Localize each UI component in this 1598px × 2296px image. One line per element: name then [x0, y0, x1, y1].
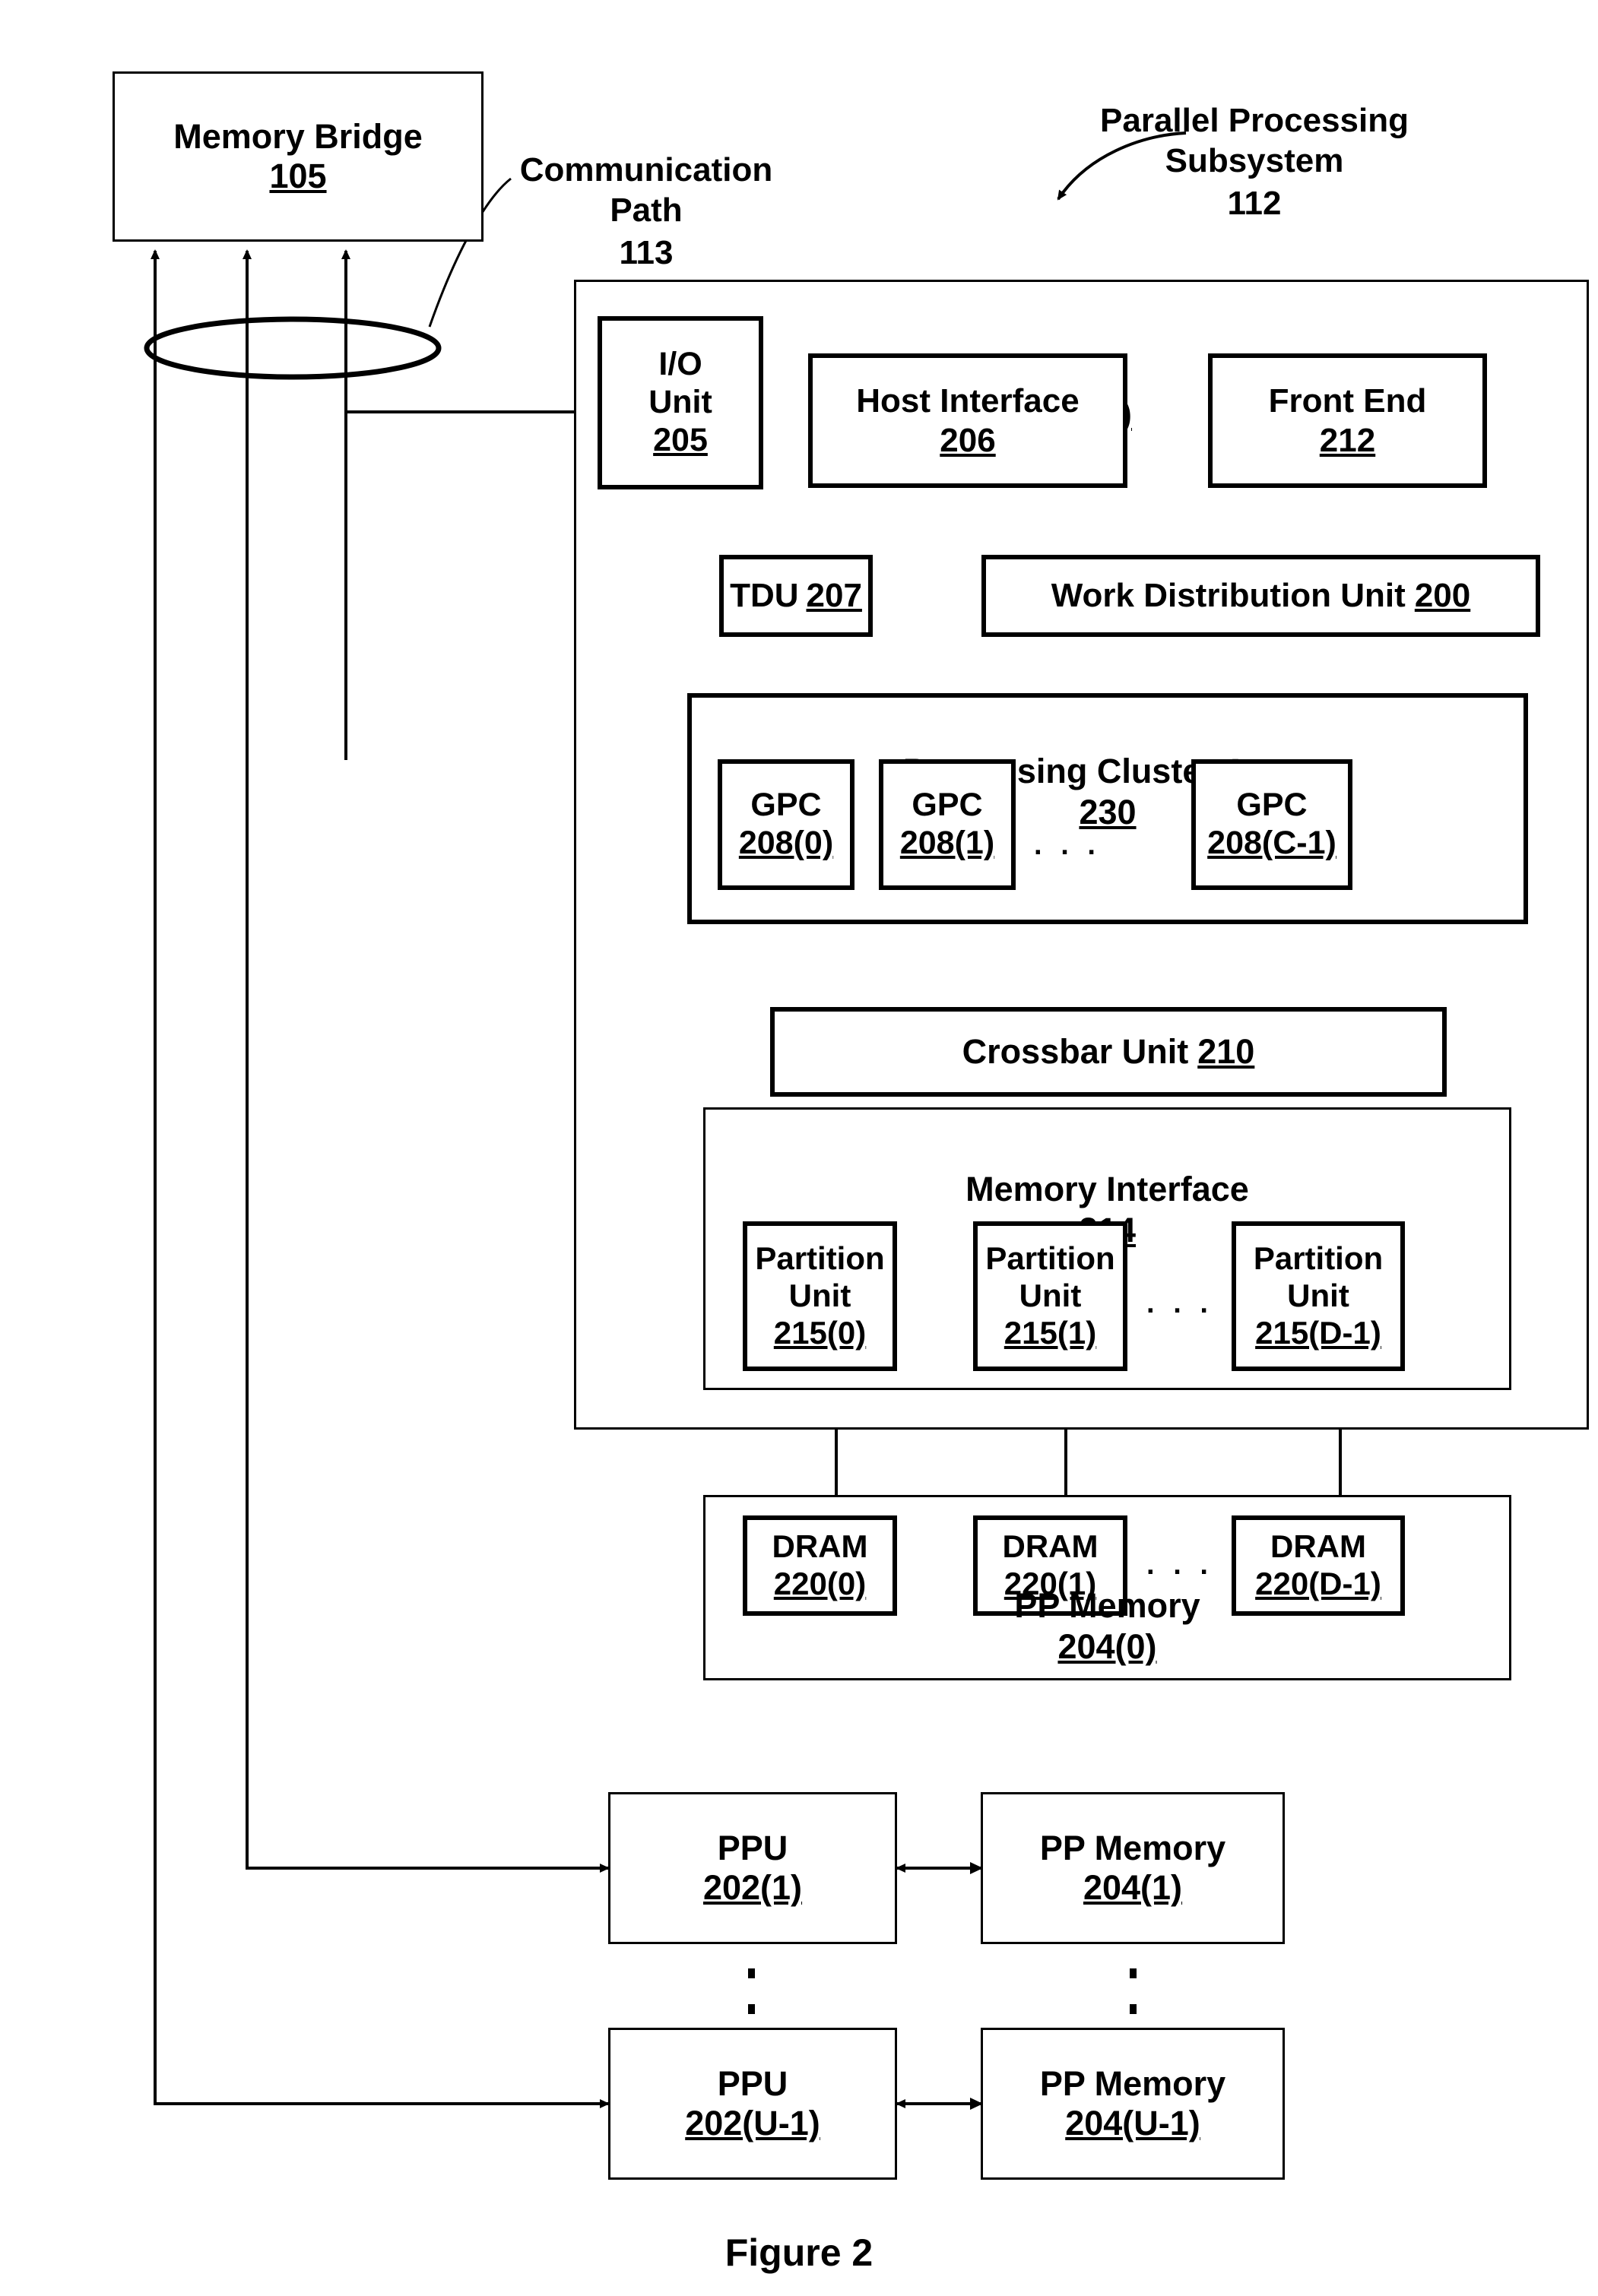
partition-unit-1-box[interactable]: Partition Unit 215(1) — [973, 1221, 1127, 1371]
tdu-label: TDU — [730, 577, 799, 615]
crossbar-unit-box[interactable]: Crossbar Unit 210 — [770, 1007, 1447, 1097]
ppu-u1-number: 202(U-1) — [685, 2104, 820, 2142]
processing-cluster-array-box[interactable]: Processing Cluster Array 230 GPC 208(0) … — [687, 693, 1528, 924]
io-unit-line2: Unit — [648, 384, 712, 421]
processing-cluster-array-number: 230 — [1079, 793, 1137, 831]
host-interface-box[interactable]: Host Interface 206 — [808, 353, 1127, 488]
path-to-ppu-1 — [246, 408, 610, 1873]
partition-unit-1-number: 215(1) — [1004, 1314, 1097, 1351]
partition-unit-1-line2: Unit — [1019, 1278, 1082, 1314]
figure-page: Memory Bridge 105 Communication Path 113… — [0, 0, 1598, 2296]
pp-memory-u1-label: PP Memory — [1039, 2063, 1226, 2103]
work-distribution-unit-number: 200 — [1414, 577, 1471, 615]
subsystem-annotation: Parallel Processing Subsystem 112 — [1042, 61, 1467, 264]
tdu-number: 207 — [806, 577, 862, 615]
subsystem-number: 112 — [1227, 185, 1282, 223]
ppu-1-box[interactable]: PPU 202(1) — [608, 1792, 897, 1944]
front-end-box[interactable]: Front End 212 — [1208, 353, 1487, 488]
path-to-ppu-u1 — [154, 408, 610, 2108]
partition-unit-ellipsis: · · · — [1146, 1295, 1215, 1327]
partition-unit-1-line1: Partition — [985, 1240, 1115, 1277]
pp-memory-0-box[interactable]: DRAM 220(0) DRAM 220(1) · · · DRAM 220(D… — [703, 1495, 1511, 1680]
work-distribution-unit-label: Work Distribution Unit — [1051, 577, 1406, 615]
pp-memory-u1-number: 204(U-1) — [1065, 2104, 1200, 2142]
pp-memory-u1-box[interactable]: PP Memory 204(U-1) — [981, 2028, 1285, 2180]
partition-unit-0-box[interactable]: Partition Unit 215(0) — [743, 1221, 897, 1371]
gpc-1-label: GPC — [912, 787, 983, 824]
ppu-u1-box[interactable]: PPU 202(U-1) — [608, 2028, 897, 2180]
pp-memory-1-label: PP Memory — [1039, 1828, 1226, 1867]
host-interface-number: 206 — [940, 421, 996, 459]
pp-memory-1-box[interactable]: PP Memory 204(1) — [981, 1792, 1285, 1944]
memory-bridge-number: 105 — [269, 157, 327, 195]
memory-bridge-box[interactable]: Memory Bridge 105 — [113, 71, 484, 242]
partition-unit-0-number: 215(0) — [773, 1314, 867, 1351]
gpc-1-box[interactable]: GPC 208(1) — [879, 759, 1016, 890]
gpc-1-number: 208(1) — [899, 825, 995, 861]
front-end-label: Front End — [1268, 382, 1427, 420]
gpc-c1-number: 208(C-1) — [1207, 825, 1336, 861]
gpc-ellipsis: · · · — [1034, 837, 1102, 869]
partition-unit-d1-line1: Partition — [1253, 1240, 1384, 1277]
gpc-0-label: GPC — [750, 787, 822, 824]
figure-caption: Figure 2 — [724, 2231, 874, 2274]
crossbar-unit-number: 210 — [1197, 1031, 1255, 1071]
communication-path-label: Communication Path — [519, 150, 773, 229]
ppu-1-label: PPU — [717, 1828, 788, 1867]
path-to-io-unit — [344, 407, 594, 416]
ppu-u1-label: PPU — [717, 2063, 788, 2103]
host-interface-label: Host Interface — [856, 382, 1080, 420]
work-distribution-unit-box[interactable]: Work Distribution Unit 200 — [981, 555, 1540, 637]
gpc-c1-box[interactable]: GPC 208(C-1) — [1191, 759, 1352, 890]
front-end-number: 212 — [1319, 421, 1376, 459]
subsystem-label: Parallel Processing Subsystem — [1100, 101, 1409, 179]
io-unit-number: 205 — [653, 421, 708, 458]
communication-path-number: 113 — [619, 234, 674, 272]
crossbar-unit-label: Crossbar Unit — [962, 1031, 1189, 1071]
gpc-0-number: 208(0) — [738, 825, 834, 861]
partition-unit-0-line2: Unit — [788, 1278, 851, 1314]
gpc-c1-label: GPC — [1236, 787, 1308, 824]
pp-memory-0-title: PP Memory 204(0) — [705, 1544, 1509, 1667]
memory-bridge-label: Memory Bridge — [173, 116, 423, 156]
pp-memory-0-label: PP Memory — [1014, 1586, 1200, 1625]
io-unit-line1: I/O — [658, 346, 702, 383]
partition-unit-d1-box[interactable]: Partition Unit 215(D-1) — [1232, 1221, 1405, 1371]
partition-unit-d1-line2: Unit — [1287, 1278, 1349, 1314]
partition-unit-d1-number: 215(D-1) — [1255, 1314, 1381, 1351]
io-unit-box[interactable]: I/O Unit 205 — [598, 316, 763, 489]
communication-path-oval — [144, 316, 442, 380]
ppu-1-number: 202(1) — [702, 1868, 803, 1907]
partition-unit-0-line1: Partition — [755, 1240, 885, 1277]
pp-memory-0-number: 204(0) — [1057, 1627, 1157, 1666]
gpc-0-box[interactable]: GPC 208(0) — [718, 759, 854, 890]
tdu-box[interactable]: TDU 207 — [719, 555, 873, 637]
memory-interface-box[interactable]: Memory Interface 214 Partition Unit 215(… — [703, 1107, 1511, 1390]
pp-memory-1-number: 204(1) — [1083, 1868, 1183, 1907]
memory-interface-label: Memory Interface — [965, 1170, 1249, 1208]
